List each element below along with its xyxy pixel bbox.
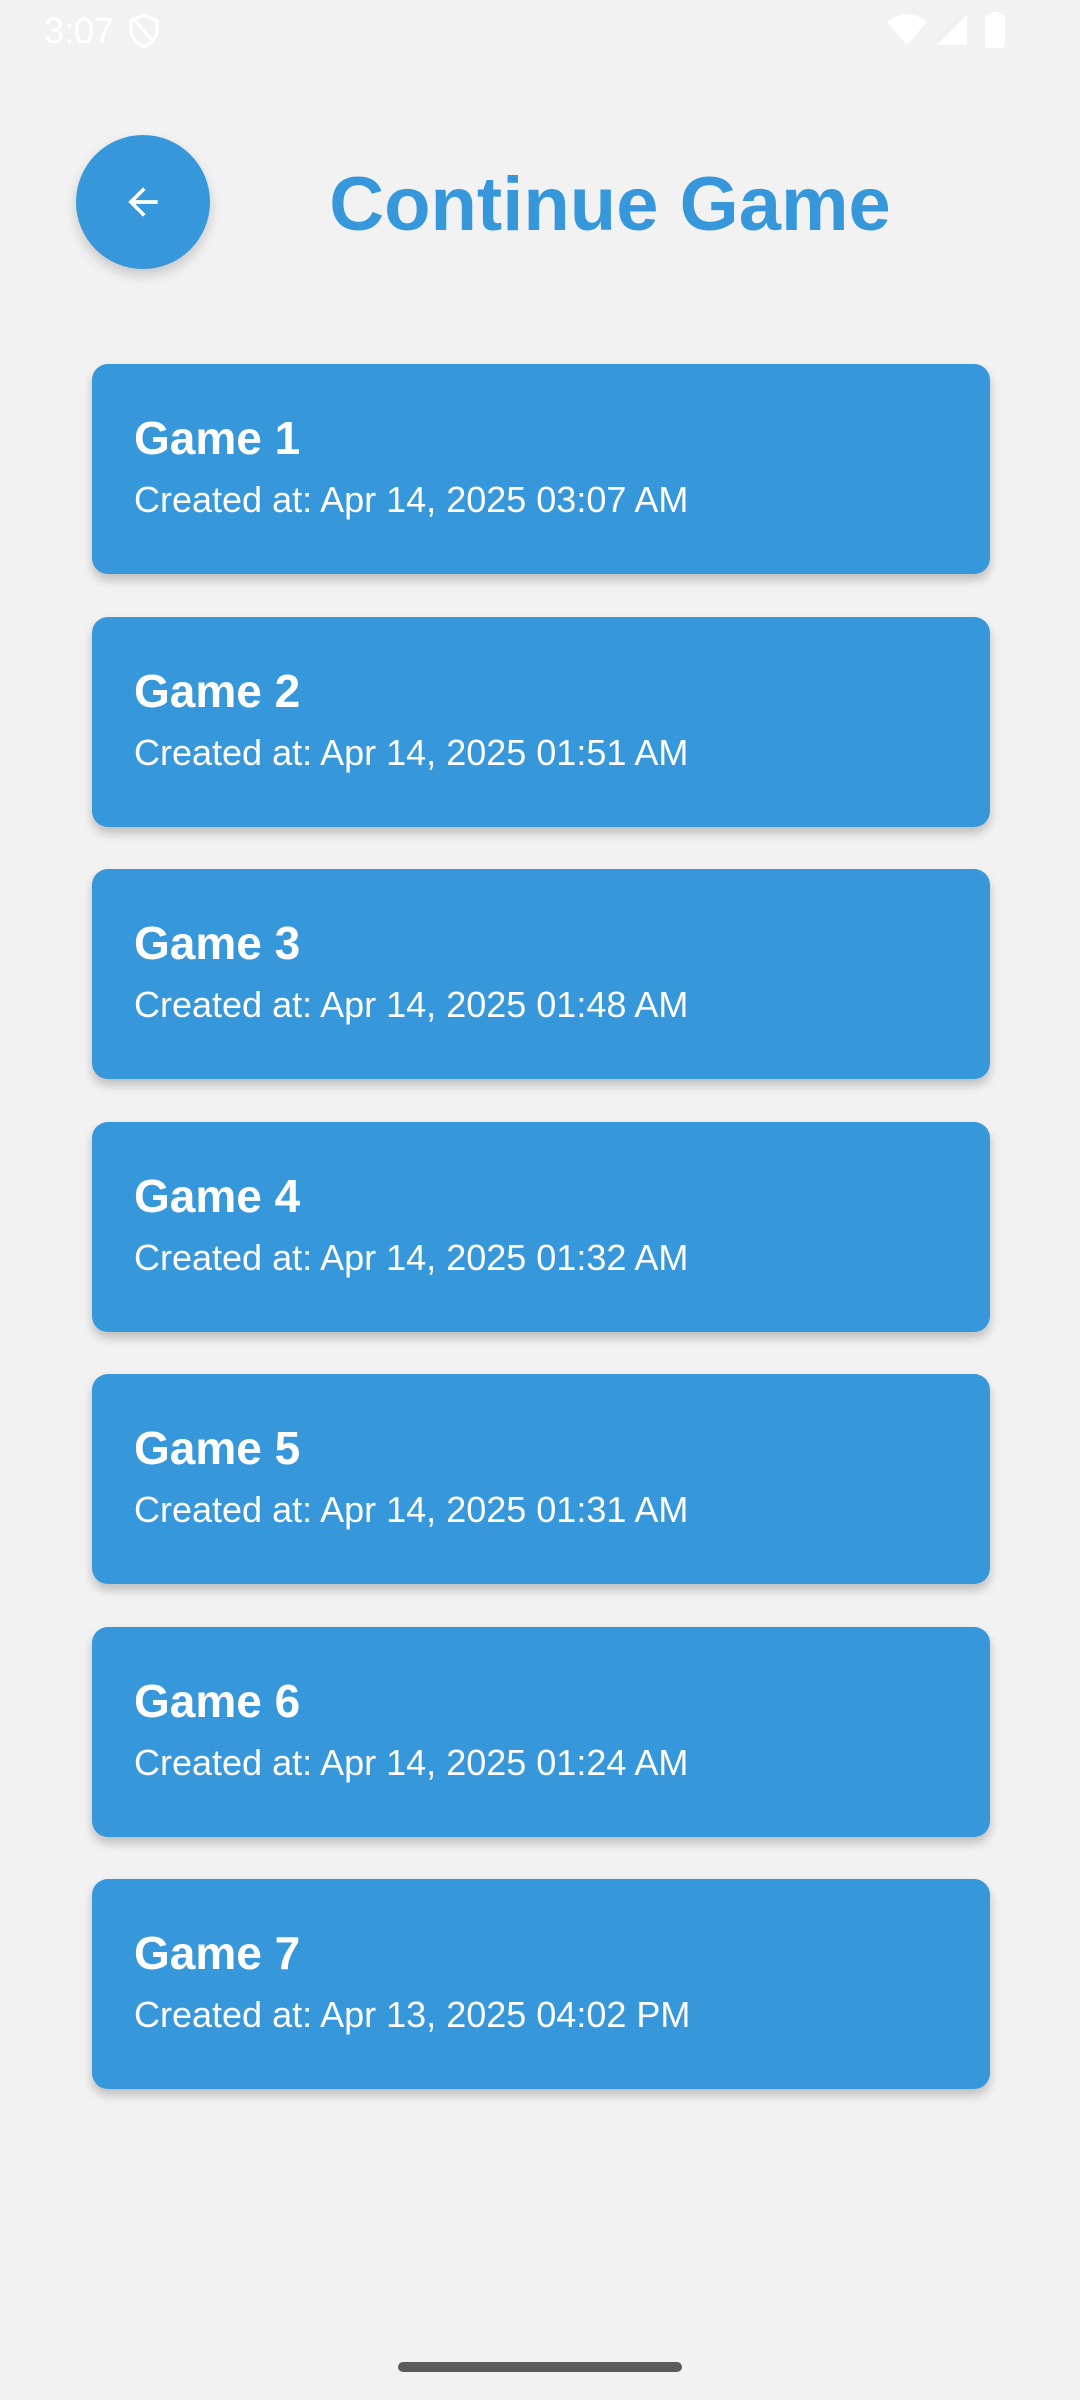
page-title: Continue Game — [329, 162, 891, 247]
game-name: Game 3 — [134, 917, 301, 969]
arrow-left-icon — [128, 187, 158, 217]
game-created-date: Created at: Apr 13, 2025 04:02 PM — [134, 1994, 691, 2035]
continue-game-screen: 3:07 Continue Game Game 1 Created at: Ap… — [0, 0, 1080, 2400]
game-list: Game 1 Created at: Apr 14, 2025 03:07 AM… — [92, 364, 990, 2132]
home-indicator[interactable] — [398, 2362, 682, 2372]
game-name: Game 7 — [134, 1927, 301, 1979]
shield-icon — [129, 14, 159, 48]
game-name: Game 2 — [134, 664, 301, 717]
back-button[interactable] — [76, 135, 210, 269]
game-card-4[interactable]: Game 4 Created at: Apr 14, 2025 01:32 AM — [92, 1121, 990, 1332]
game-created-date: Created at: Apr 14, 2025 01:51 AM — [134, 731, 689, 773]
game-created-date: Created at: Apr 14, 2025 03:07 AM — [134, 479, 689, 520]
game-card-7[interactable]: Game 7 Created at: Apr 13, 2025 04:02 PM — [92, 1879, 990, 2089]
game-card-3[interactable]: Game 3 Created at: Apr 14, 2025 01:48 AM — [92, 869, 990, 1079]
signal-icon — [937, 15, 967, 45]
wifi-icon — [887, 14, 927, 45]
status-bar: 3:07 — [0, 0, 1080, 62]
game-card-5[interactable]: Game 5 Created at: Apr 14, 2025 01:31 AM — [92, 1374, 990, 1584]
status-time: 3:07 — [44, 10, 115, 51]
battery-icon — [985, 12, 1005, 48]
game-card-1[interactable]: Game 1 Created at: Apr 14, 2025 03:07 AM — [92, 364, 990, 574]
game-name: Game 6 — [134, 1674, 301, 1727]
game-card-6[interactable]: Game 6 Created at: Apr 14, 2025 01:24 AM — [92, 1626, 990, 1837]
game-created-date: Created at: Apr 14, 2025 01:31 AM — [134, 1489, 689, 1530]
game-card-2[interactable]: Game 2 Created at: Apr 14, 2025 01:51 AM — [92, 616, 990, 827]
game-created-date: Created at: Apr 14, 2025 01:32 AM — [134, 1236, 689, 1278]
game-created-date: Created at: Apr 14, 2025 01:24 AM — [134, 1741, 689, 1783]
game-name: Game 4 — [134, 1169, 301, 1222]
game-name: Game 1 — [134, 412, 301, 464]
game-name: Game 5 — [134, 1422, 301, 1474]
game-created-date: Created at: Apr 14, 2025 01:48 AM — [134, 984, 689, 1025]
